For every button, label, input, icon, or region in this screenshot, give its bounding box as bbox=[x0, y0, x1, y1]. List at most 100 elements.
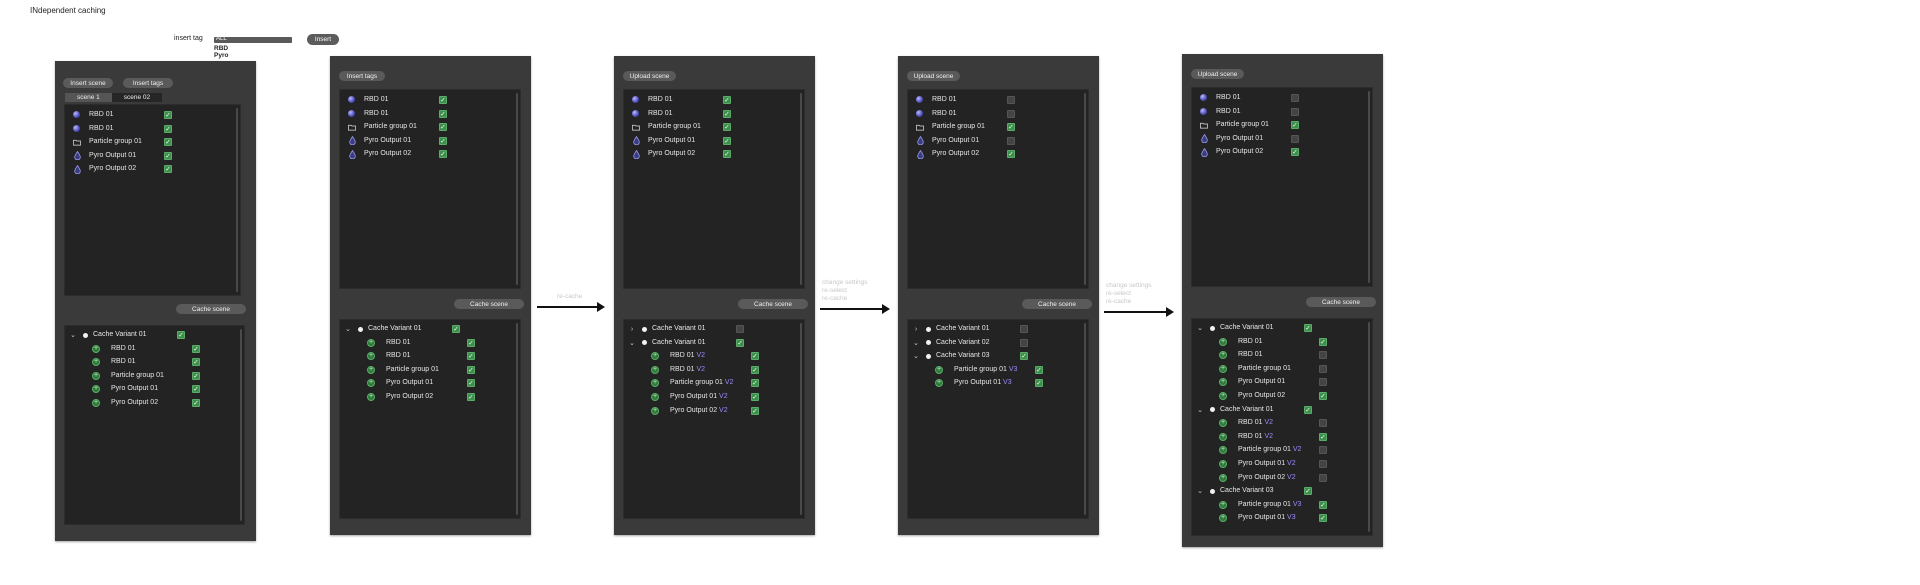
scene-item-checkbox[interactable] bbox=[439, 96, 447, 104]
chevron-down-icon[interactable]: ⌄ bbox=[1196, 324, 1204, 332]
cache-scene-button[interactable]: Cache scene bbox=[1022, 299, 1092, 309]
scene-item-row[interactable]: Pyro Output 02 bbox=[1192, 146, 1364, 158]
scene-item-row[interactable]: Particle group 01 bbox=[624, 121, 796, 133]
cache-item-checkbox[interactable] bbox=[1319, 364, 1327, 373]
cache-item-checkbox[interactable] bbox=[1319, 432, 1327, 441]
scene-item-checkbox[interactable] bbox=[1007, 136, 1015, 145]
cache-variant-checkbox[interactable] bbox=[452, 325, 460, 333]
scrollbar[interactable] bbox=[1084, 93, 1086, 285]
scene-item-row[interactable]: RBD 01 bbox=[340, 108, 512, 120]
cache-item-checkbox[interactable] bbox=[751, 406, 759, 415]
cache-variant-row[interactable]: ⌄ Cache Variant 01 bbox=[1192, 322, 1364, 334]
cache-item-checkbox[interactable] bbox=[1319, 446, 1327, 455]
scene-item-row[interactable]: Particle group 01 bbox=[65, 136, 232, 148]
cache-variant-row[interactable]: › Cache Variant 01 bbox=[624, 323, 796, 335]
scene-item-checkbox[interactable] bbox=[723, 150, 731, 159]
cache-item-checkbox[interactable] bbox=[192, 385, 200, 394]
scene-item-row[interactable]: Pyro Output 02 bbox=[908, 148, 1080, 160]
insert-scene-button[interactable]: Insert scene bbox=[63, 78, 113, 88]
cache-variant-checkbox[interactable] bbox=[177, 331, 185, 339]
cache-variant-checkbox[interactable] bbox=[1304, 487, 1312, 496]
cache-item-row[interactable]: + Pyro Output 01 V2 bbox=[624, 391, 796, 403]
cache-variant-row[interactable]: › Cache Variant 01 bbox=[908, 323, 1080, 335]
cache-item-row[interactable]: + RBD 01 bbox=[65, 343, 236, 355]
scene-item-row[interactable]: Pyro Output 02 bbox=[624, 148, 796, 160]
cache-item-checkbox[interactable] bbox=[1319, 337, 1327, 346]
cache-item-row[interactable]: + RBD 01 bbox=[340, 337, 512, 349]
cache-item-row[interactable]: + RBD 01 V2 bbox=[624, 364, 796, 376]
scene-item-checkbox[interactable] bbox=[439, 109, 447, 118]
chevron-down-icon[interactable]: ⌄ bbox=[1196, 487, 1204, 495]
cache-item-row[interactable]: + Pyro Output 02 bbox=[65, 397, 236, 409]
cache-item-row[interactable]: + Particle group 01 bbox=[340, 364, 512, 376]
cache-item-row[interactable]: + Pyro Output 01 V2 bbox=[1192, 458, 1364, 470]
scrollbar[interactable] bbox=[1368, 91, 1370, 283]
cache-item-checkbox[interactable] bbox=[1035, 379, 1043, 388]
cache-variant-row[interactable]: ⌄ Cache Variant 01 bbox=[340, 323, 512, 335]
scene-item-row[interactable]: Pyro Output 01 bbox=[1192, 133, 1364, 145]
cache-item-row[interactable]: + RBD 01 bbox=[1192, 336, 1364, 348]
scene-item-row[interactable]: RBD 01 bbox=[65, 123, 232, 135]
cache-item-row[interactable]: + Particle group 01 V2 bbox=[1192, 444, 1364, 456]
cache-variant-checkbox[interactable] bbox=[736, 325, 744, 333]
scrollbar[interactable] bbox=[240, 329, 242, 521]
scene-item-row[interactable]: RBD 01 bbox=[340, 94, 512, 106]
cache-variant-row[interactable]: ⌄ Cache Variant 03 bbox=[1192, 485, 1364, 497]
cache-variant-checkbox[interactable] bbox=[1020, 325, 1028, 333]
cache-item-row[interactable]: + RBD 01 bbox=[340, 350, 512, 362]
scene-item-checkbox[interactable] bbox=[164, 165, 172, 174]
scene-item-checkbox[interactable] bbox=[723, 109, 731, 118]
cache-item-checkbox[interactable] bbox=[1319, 392, 1327, 400]
insert-tags-button[interactable]: Insert tags bbox=[123, 78, 173, 88]
tag-option-rbd[interactable]: RBD bbox=[214, 45, 228, 52]
cache-item-row[interactable]: + RBD 01 bbox=[65, 356, 236, 368]
cache-item-checkbox[interactable] bbox=[1035, 365, 1043, 374]
chevron-down-icon[interactable]: ⌄ bbox=[1196, 406, 1204, 414]
cache-item-checkbox[interactable] bbox=[192, 371, 200, 380]
cache-item-row[interactable]: + Particle group 01 V3 bbox=[1192, 499, 1364, 511]
cache-item-checkbox[interactable] bbox=[1319, 419, 1327, 428]
insert-tag-button[interactable]: Insert bbox=[307, 34, 339, 45]
cache-scene-button[interactable]: Cache scene bbox=[738, 299, 808, 309]
scene-item-checkbox[interactable] bbox=[1291, 134, 1299, 143]
cache-variant-checkbox[interactable] bbox=[1304, 324, 1312, 332]
cache-item-row[interactable]: + Pyro Output 02 bbox=[340, 391, 512, 403]
tag-option-pyro[interactable]: Pyro bbox=[214, 52, 228, 59]
scene-item-checkbox[interactable] bbox=[1007, 123, 1015, 132]
cache-item-row[interactable]: + Pyro Output 01 V3 bbox=[1192, 512, 1364, 524]
scene-item-row[interactable]: Pyro Output 01 bbox=[624, 135, 796, 147]
cache-item-row[interactable]: + Pyro Output 01 bbox=[340, 377, 512, 389]
scene-item-checkbox[interactable] bbox=[723, 123, 731, 132]
chevron-down-icon[interactable]: ⌄ bbox=[628, 339, 636, 347]
cache-item-checkbox[interactable] bbox=[1319, 514, 1327, 523]
upload-scene-button[interactable]: Upload scene bbox=[623, 71, 676, 81]
cache-item-row[interactable]: + Pyro Output 02 bbox=[1192, 390, 1364, 402]
scene-item-checkbox[interactable] bbox=[439, 150, 447, 159]
tab-scene-02[interactable]: scene 02 bbox=[111, 93, 163, 102]
scene-item-row[interactable]: RBD 01 bbox=[908, 108, 1080, 120]
insert-tags-button[interactable]: Insert tags bbox=[339, 71, 385, 81]
cache-item-checkbox[interactable] bbox=[192, 399, 200, 407]
scene-item-checkbox[interactable] bbox=[1291, 107, 1299, 116]
scene-item-row[interactable]: Pyro Output 01 bbox=[65, 150, 232, 162]
scene-item-checkbox[interactable] bbox=[1007, 96, 1015, 104]
cache-item-checkbox[interactable] bbox=[467, 338, 475, 347]
cache-item-checkbox[interactable] bbox=[1319, 460, 1327, 468]
cache-item-checkbox[interactable] bbox=[751, 352, 759, 361]
cache-item-checkbox[interactable] bbox=[467, 352, 475, 361]
cache-item-checkbox[interactable] bbox=[467, 393, 475, 401]
scene-item-checkbox[interactable] bbox=[439, 136, 447, 145]
cache-item-row[interactable]: + Particle group 01 bbox=[1192, 363, 1364, 375]
scene-item-row[interactable]: RBD 01 bbox=[65, 109, 232, 121]
cache-item-row[interactable]: + Particle group 01 V2 bbox=[624, 377, 796, 389]
cache-item-checkbox[interactable] bbox=[192, 344, 200, 353]
upload-scene-button[interactable]: Upload scene bbox=[907, 71, 960, 81]
scene-item-row[interactable]: RBD 01 bbox=[624, 94, 796, 106]
cache-item-checkbox[interactable] bbox=[192, 358, 200, 367]
cache-item-row[interactable]: + Particle group 01 V3 bbox=[908, 364, 1080, 376]
cache-variant-row[interactable]: ⌄ Cache Variant 01 bbox=[624, 337, 796, 349]
cache-variant-row[interactable]: ⌄ Cache Variant 03 bbox=[908, 350, 1080, 362]
scene-item-checkbox[interactable] bbox=[164, 151, 172, 160]
cache-item-row[interactable]: + Pyro Output 01 V3 bbox=[908, 377, 1080, 389]
scene-item-row[interactable]: RBD 01 bbox=[624, 108, 796, 120]
